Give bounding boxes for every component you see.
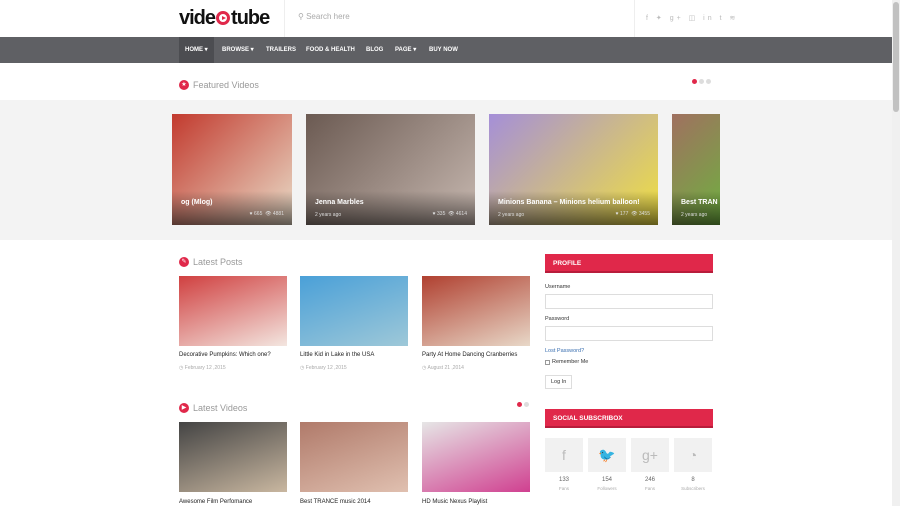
featured-videos-heading: ★ Featured Videos: [179, 80, 259, 90]
post-thumbnail[interactable]: [422, 276, 530, 346]
video-title[interactable]: Best TRAN: [681, 199, 718, 206]
carousel-dots[interactable]: [692, 79, 711, 84]
nav-home[interactable]: HOME ▾: [179, 37, 214, 63]
post-title[interactable]: Party At Home Dancing Cranberries: [422, 352, 517, 358]
video-age: 2 years ago: [681, 212, 708, 218]
rss-icon[interactable]: ◔: [674, 438, 712, 472]
remember-checkbox[interactable]: [545, 359, 550, 365]
twitter-icon[interactable]: 🐦: [588, 438, 626, 472]
video-thumbnail[interactable]: [422, 422, 530, 492]
post-title[interactable]: Decorative Pumpkins: Which one?: [179, 352, 271, 358]
nav-page[interactable]: PAGE ▾: [389, 37, 422, 63]
remember-me[interactable]: Remember Me: [545, 359, 588, 365]
video-title[interactable]: Awesome Film Perfomance: [179, 499, 252, 505]
post-date: ◷ February 12 ,2015: [300, 365, 347, 371]
social-widget-title: SOCIAL SUBSCRIBOX: [545, 409, 713, 428]
star-icon: ★: [179, 80, 189, 90]
divider: [284, 0, 285, 37]
latest-posts-heading: ✎ Latest Posts: [179, 257, 243, 267]
divider: [634, 0, 635, 37]
card-caption: Minions Banana – Minions helium balloon!…: [489, 191, 658, 225]
card-caption: Best TRAN 2 years ago: [672, 191, 720, 225]
password-label: Password: [545, 316, 570, 322]
search-input[interactable]: ⚲ Search here: [298, 12, 350, 21]
social-count: 133: [558, 477, 569, 483]
nav-browse[interactable]: BROWSE ▾: [216, 37, 260, 63]
featured-video-card[interactable]: og (Mlog) ♥ 665 👁 4881: [172, 114, 292, 225]
site-logo[interactable]: vide tube: [179, 7, 270, 30]
nav-trailers[interactable]: TRAILERS: [260, 37, 302, 63]
site-header: [0, 0, 892, 37]
latest-videos-heading: ▶ Latest Videos: [179, 403, 247, 413]
nav-food-health[interactable]: FOOD & HEALTH: [300, 37, 361, 63]
video-thumbnail[interactable]: [179, 422, 287, 492]
social-count: 8: [691, 477, 695, 483]
pencil-icon: ✎: [179, 257, 189, 267]
profile-widget-title: PROFILE: [545, 254, 713, 273]
username-label: Username: [545, 284, 571, 290]
lost-password-link[interactable]: Lost Password?: [545, 348, 584, 354]
post-thumbnail[interactable]: [179, 276, 287, 346]
social-count: 154: [601, 477, 612, 483]
social-label: Fans: [644, 486, 655, 491]
username-input[interactable]: [545, 294, 713, 309]
video-stats: ♥ 177 👁 3455: [615, 211, 650, 217]
login-button[interactable]: Log In: [545, 375, 573, 389]
featured-video-card[interactable]: Minions Banana – Minions helium balloon!…: [489, 114, 658, 225]
post-title[interactable]: Little Kid in Lake in the USA: [300, 352, 374, 358]
main-nav: HOME ▾ BROWSE ▾ TRAILERS FOOD & HEALTH B…: [0, 37, 892, 63]
search-icon: ⚲: [298, 12, 307, 21]
videos-carousel-dots[interactable]: [517, 402, 529, 407]
video-title[interactable]: og (Mlog): [181, 199, 213, 206]
card-caption: og (Mlog) ♥ 665 👁 4881: [172, 191, 292, 225]
video-title[interactable]: Minions Banana – Minions helium balloon!: [498, 199, 640, 206]
video-age: 2 years ago: [498, 212, 525, 218]
card-caption: Jenna Marbles 2 years ago ♥ 335 👁 4614: [306, 191, 475, 225]
video-title[interactable]: Best TRANCE music 2014: [300, 499, 371, 505]
social-links[interactable]: f ✦ g+ ◫ in t ≋: [646, 14, 738, 22]
video-age: 2 years ago: [315, 212, 342, 218]
post-date: ◷ February 12 ,2015: [179, 365, 226, 371]
nav-buy-now[interactable]: BUY NOW: [423, 37, 464, 63]
facebook-icon[interactable]: f: [545, 438, 583, 472]
video-stats: ♥ 335 👁 4614: [432, 211, 467, 217]
post-date: ◷ August 21 ,2014: [422, 365, 464, 371]
nav-blog[interactable]: BLOG: [360, 37, 389, 63]
video-stats: ♥ 665 👁 4881: [249, 211, 284, 217]
video-title[interactable]: Jenna Marbles: [315, 199, 364, 206]
featured-video-card[interactable]: Jenna Marbles 2 years ago ♥ 335 👁 4614: [306, 114, 475, 225]
password-input[interactable]: [545, 326, 713, 341]
google-plus-icon[interactable]: g+: [631, 438, 669, 472]
social-label: Subscribers: [681, 486, 705, 491]
social-count: 246: [644, 477, 655, 483]
social-label: Followers: [597, 486, 617, 491]
play-logo-icon: [216, 11, 231, 25]
post-thumbnail[interactable]: [300, 276, 408, 346]
play-icon: ▶: [179, 403, 189, 413]
video-thumbnail[interactable]: [300, 422, 408, 492]
social-label: Fans: [558, 486, 569, 491]
video-title[interactable]: HD Music Nexus Playlist: [422, 499, 487, 505]
featured-video-card[interactable]: Best TRAN 2 years ago: [672, 114, 720, 225]
scrollbar-thumb[interactable]: [893, 2, 899, 112]
